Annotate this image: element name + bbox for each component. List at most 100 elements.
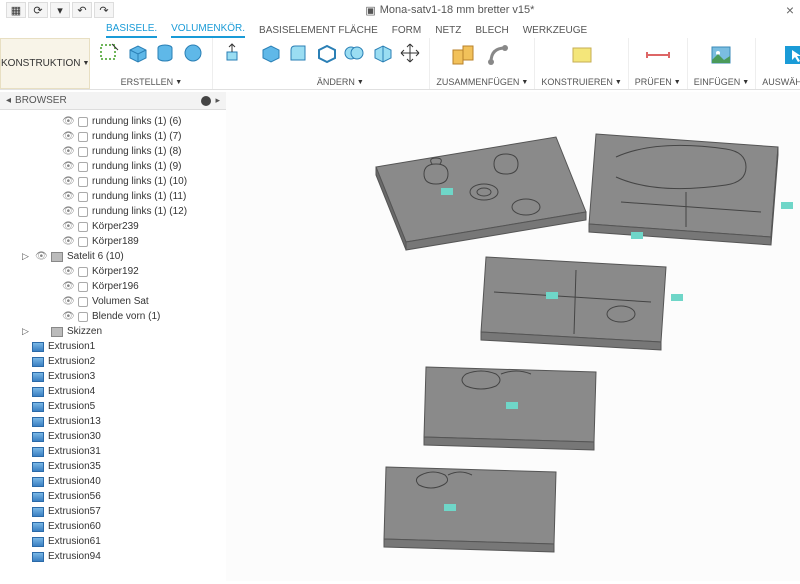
plate-2[interactable]: [589, 134, 778, 237]
tree-row[interactable]: 👁 rundung links (1) (9): [0, 159, 226, 174]
expand-icon[interactable]: ▷: [22, 326, 31, 337]
tree-row[interactable]: 👁rundung links (1) (10): [0, 174, 226, 189]
visibility-icon[interactable]: 👁: [62, 206, 74, 217]
visibility-icon[interactable]: 👁: [62, 116, 74, 127]
tree-row[interactable]: Extrusion61: [0, 534, 226, 549]
tree-row[interactable]: 👁Körper196: [0, 279, 226, 294]
qat-button-5[interactable]: ↷: [94, 2, 114, 18]
tree-row[interactable]: Extrusion60: [0, 519, 226, 534]
sketch-icon[interactable]: [96, 40, 122, 66]
tree-row[interactable]: 👁Blende vorn (1): [0, 309, 226, 324]
plate-5[interactable]: [384, 467, 556, 544]
body-icon: [78, 222, 88, 232]
chevron-down-icon[interactable]: ▼: [521, 79, 528, 86]
tree-row[interactable]: 👁Körper239: [0, 219, 226, 234]
construct-icon[interactable]: [565, 40, 599, 70]
group-einfugen: EINFÜGEN▼: [688, 38, 756, 89]
qat-button-3[interactable]: ▾: [50, 2, 70, 18]
move-icon[interactable]: [397, 40, 423, 66]
tree-row[interactable]: Extrusion3: [0, 369, 226, 384]
visibility-icon[interactable]: 👁: [62, 296, 74, 307]
close-button[interactable]: ×: [786, 2, 794, 18]
visibility-icon[interactable]: 👁: [62, 236, 74, 247]
extrude-icon[interactable]: [219, 40, 245, 66]
visibility-icon[interactable]: 👁: [62, 311, 74, 322]
joint-icon[interactable]: [483, 40, 517, 70]
tree-row[interactable]: 👁 rundung links (1) (12): [0, 204, 226, 219]
shell-icon[interactable]: [313, 40, 339, 66]
tree-row[interactable]: ▷Skizzen: [0, 324, 226, 339]
tree-row[interactable]: 👁rundung links (1) (8): [0, 144, 226, 159]
visibility-icon[interactable]: 👁: [62, 266, 74, 277]
tree-row[interactable]: Extrusion30: [0, 429, 226, 444]
workspace-picker[interactable]: KONSTRUKTION▼: [0, 38, 90, 89]
tab-blech[interactable]: BLECH: [475, 25, 508, 38]
sphere-icon[interactable]: [180, 40, 206, 66]
tab-werkzeuge[interactable]: WERKZEUGE: [523, 25, 587, 38]
visibility-icon[interactable]: 👁: [62, 131, 74, 142]
document-title: ▣ Mona-satv1-18 mm bretter v15*: [114, 4, 786, 17]
split-icon[interactable]: [369, 40, 395, 66]
tree-row[interactable]: Extrusion13: [0, 414, 226, 429]
chevron-down-icon[interactable]: ▼: [615, 79, 622, 86]
browser-options-icon[interactable]: [201, 96, 211, 106]
tab-basisele[interactable]: BASISELE.: [106, 23, 157, 38]
visibility-icon[interactable]: 👁: [62, 176, 74, 187]
tab-volumenkor[interactable]: VOLUMENKÖR.: [171, 23, 245, 38]
visibility-icon[interactable]: 👁: [35, 251, 47, 262]
tree-label: rundung links (1) (12): [92, 206, 187, 217]
tree-row[interactable]: 👁 rundung links (1) (11): [0, 189, 226, 204]
tree-label: Extrusion40: [48, 476, 101, 487]
qat-button-2[interactable]: ⟳: [28, 2, 48, 18]
box-icon[interactable]: [124, 40, 150, 66]
tree-row[interactable]: 👁Körper189: [0, 234, 226, 249]
qat-button-4[interactable]: ↶: [72, 2, 92, 18]
tab-form[interactable]: FORM: [392, 25, 421, 38]
tab-basiselementflache[interactable]: BASISELEMENT FLÄCHE: [259, 25, 378, 38]
plate-3[interactable]: [481, 257, 666, 342]
expand-icon[interactable]: ▷: [22, 251, 31, 262]
tree-row[interactable]: Extrusion31: [0, 444, 226, 459]
tree-row[interactable]: Extrusion94: [0, 549, 226, 564]
assemble-icon[interactable]: [447, 40, 481, 70]
insert-icon[interactable]: [704, 40, 738, 70]
chevron-down-icon[interactable]: ▼: [357, 79, 364, 86]
tree-row[interactable]: Extrusion1: [0, 339, 226, 354]
tree-row[interactable]: Extrusion2: [0, 354, 226, 369]
inspect-icon[interactable]: [641, 40, 675, 70]
presspull-icon[interactable]: [257, 40, 283, 66]
cylinder-icon[interactable]: [152, 40, 178, 66]
plate-1[interactable]: [376, 137, 586, 242]
visibility-icon[interactable]: 👁: [62, 146, 74, 157]
tree-label: rundung links (1) (9): [92, 161, 181, 172]
tree-label: Satelit 6 (10): [67, 251, 124, 262]
tree-row[interactable]: ▷ 👁 Satelit 6 (10): [0, 249, 226, 264]
browser-collapse-icon[interactable]: ◂: [6, 95, 11, 106]
tree-row[interactable]: Extrusion4: [0, 384, 226, 399]
model-canvas[interactable]: [226, 92, 800, 581]
tree-row[interactable]: Extrusion35: [0, 459, 226, 474]
visibility-icon[interactable]: 👁: [62, 191, 74, 202]
tab-netz[interactable]: NETZ: [435, 25, 461, 38]
chevron-down-icon[interactable]: ▼: [674, 79, 681, 86]
browser-header[interactable]: ◂ BROWSER ▸: [0, 92, 226, 110]
tree-row[interactable]: Extrusion40: [0, 474, 226, 489]
combine-icon[interactable]: [341, 40, 367, 66]
tree-row[interactable]: 👁rundung links (1) (6): [0, 114, 226, 129]
tree-row[interactable]: Extrusion57: [0, 504, 226, 519]
visibility-icon[interactable]: 👁: [62, 161, 74, 172]
tree-row[interactable]: Extrusion56: [0, 489, 226, 504]
tree-row[interactable]: Extrusion5: [0, 399, 226, 414]
tree-row[interactable]: 👁Körper192: [0, 264, 226, 279]
qat-button-1[interactable]: ▦: [6, 2, 26, 18]
tree-row[interactable]: 👁rundung links (1) (7): [0, 129, 226, 144]
chevron-down-icon[interactable]: ▼: [742, 79, 749, 86]
visibility-icon[interactable]: 👁: [62, 281, 74, 292]
chevron-down-icon[interactable]: ▼: [175, 79, 182, 86]
select-icon[interactable]: [778, 40, 800, 70]
browser-expand-icon[interactable]: ▸: [215, 95, 220, 106]
tree-row[interactable]: 👁Volumen Sat: [0, 294, 226, 309]
fillet-icon[interactable]: [285, 40, 311, 66]
visibility-icon[interactable]: 👁: [62, 221, 74, 232]
tree-label: rundung links (1) (11): [92, 191, 186, 202]
